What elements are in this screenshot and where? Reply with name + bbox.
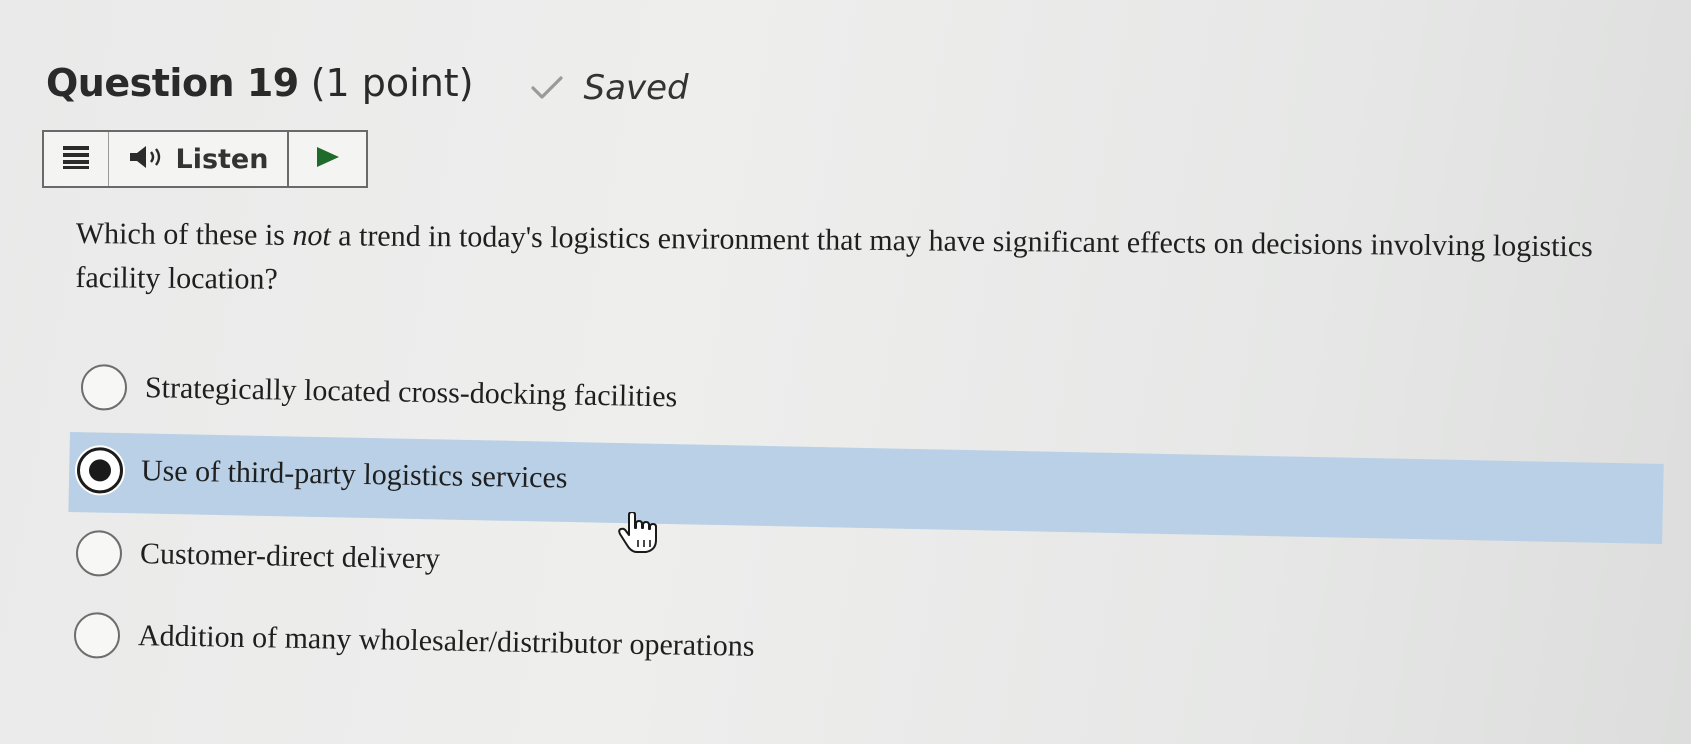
answer-option-3[interactable]: Customer-direct delivery — [75, 530, 441, 582]
answer-option-label: Strategically located cross-docking faci… — [144, 371, 678, 414]
radio-button[interactable] — [73, 612, 121, 659]
radio-button-selected[interactable] — [76, 447, 124, 494]
radio-button[interactable] — [75, 530, 123, 577]
answer-option-4[interactable]: Addition of many wholesaler/distributor … — [73, 612, 755, 670]
hand-pointer-cursor-icon — [618, 511, 658, 554]
radio-button[interactable] — [80, 364, 128, 411]
radio-selected-dot — [88, 459, 112, 482]
answer-option-label: Customer-direct delivery — [139, 537, 441, 576]
answer-option-1[interactable]: Strategically located cross-docking faci… — [80, 364, 678, 420]
answer-option-label: Use of third-party logistics services — [140, 454, 568, 495]
answer-options: Strategically located cross-docking faci… — [0, 0, 1691, 744]
answer-option-label: Addition of many wholesaler/distributor … — [137, 619, 755, 663]
answer-option-2[interactable]: Use of third-party logistics services — [76, 447, 568, 502]
